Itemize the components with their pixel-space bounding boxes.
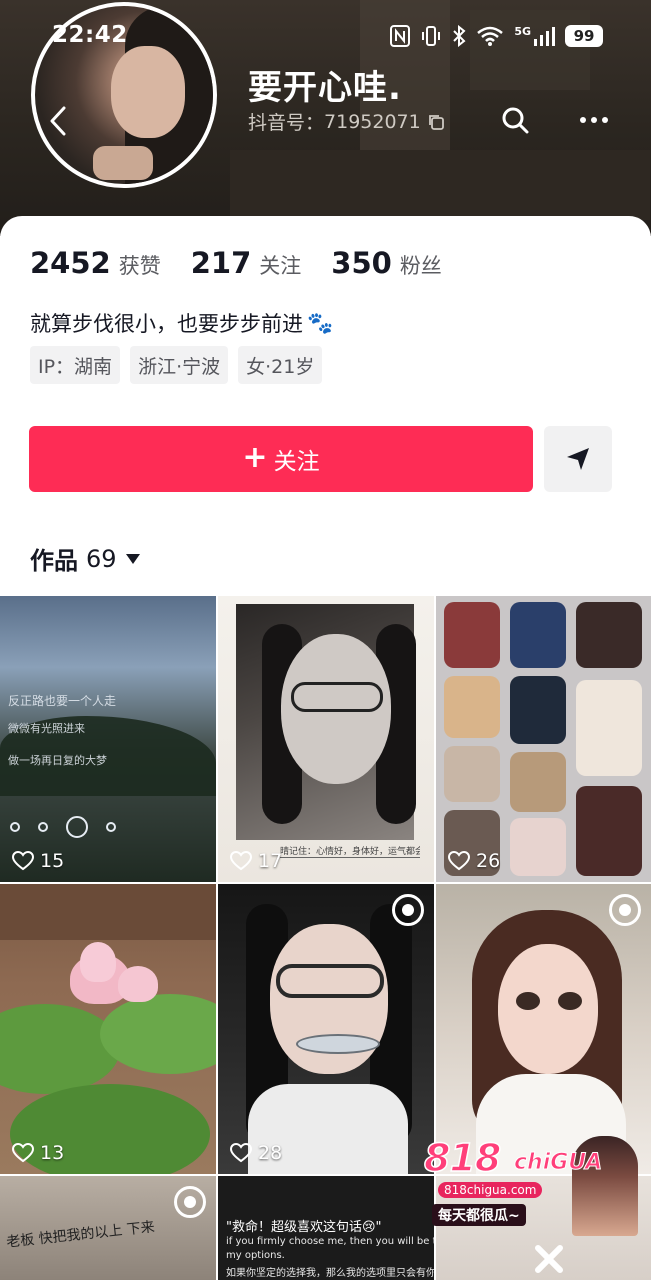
battery-indicator: 99 [565,25,603,47]
send-message-button[interactable] [544,426,612,492]
signal-icon [534,27,555,46]
glasses [291,682,383,712]
search-icon [502,107,529,134]
handwritten-note: 老板 快把我的以上 下来 [5,1219,156,1251]
close-icon[interactable] [532,1242,566,1276]
live-badge-icon [392,894,424,926]
likes-count: 28 [258,1142,283,1164]
profile-tags: IP：湖南 浙江·宁波 女·21岁 [30,346,323,384]
works-label: 作品 [30,547,78,575]
more-dot [580,117,586,123]
stat-followers[interactable]: 350 粉丝 [331,246,442,280]
heart-icon [12,851,34,871]
heart-icon [448,851,470,871]
post-likes: 13 [12,1142,64,1164]
more-dot [591,117,597,123]
plus-icon: + [242,439,268,475]
bluetooth-icon [453,25,466,47]
post-tile-7[interactable]: 老板 快把我的以上 下来 [0,1176,216,1280]
live-badge-icon [174,1186,206,1218]
player-controls [10,816,116,838]
watermark-url: 818chigua.com [438,1182,543,1198]
post-likes: 15 [12,850,64,872]
post-likes: 26 [448,850,500,872]
following-count: 217 [190,246,252,280]
post-quote-line: 如果你坚定的选择我，那么我的选项里只会有你。 [226,1268,434,1279]
post-tile-3[interactable]: 26 [436,596,651,882]
post-quote: "救命！超级喜欢这句话😢" [226,1220,382,1235]
heart-icon [12,1143,34,1163]
live-badge-icon [609,894,641,926]
profile-card: 2452 获赞 217 关注 350 粉丝 就算步伐很小，也要步步前进 🐾 IP… [0,216,651,596]
send-icon [567,448,589,470]
watermark-brand: chiGUA [513,1150,603,1176]
close-icon [535,1245,563,1273]
post-likes: 17 [230,850,282,872]
copy-icon[interactable] [427,113,445,131]
nfc-icon [390,25,411,47]
profile-header: 22:42 5G 99 要开心哇. 抖音号： 71952071 [0,0,651,236]
post-tile-8[interactable]: "救命！超级喜欢这句话😢" if you firmly choose me, t… [218,1176,434,1280]
status-time: 22:42 [52,22,128,48]
chevron-left-icon [50,106,66,136]
douyin-id-value: 71952071 [324,110,421,133]
tag-city: 浙江·宁波 [130,346,229,384]
post-likes: 28 [230,1142,282,1164]
fish-sticker [296,1034,380,1054]
tag-gender-age: 女·21岁 [238,346,323,384]
back-button[interactable] [44,104,72,138]
heart-icon [230,851,252,871]
post-tile-6[interactable] [436,884,651,1174]
glasses [276,964,384,998]
followers-count: 350 [331,246,392,280]
likes-count: 17 [258,850,283,872]
profile-stats: 2452 获赞 217 关注 350 粉丝 [30,246,472,280]
network-type: 5G [514,24,531,38]
stat-following[interactable]: 217 关注 [191,246,302,280]
heart-icon [230,1143,252,1163]
caret-down-icon [125,553,140,564]
profile-nickname: 要开心哇. [248,68,402,108]
post-tile-2[interactable]: 晴记住：心情好，身体好，运气都会好 17 [218,596,434,882]
wifi-icon [477,26,504,46]
vibrate-icon [422,26,441,46]
likes-count: 26 [476,850,501,872]
followers-label: 粉丝 [399,254,442,278]
works-count: 69 [86,544,117,573]
watermark-logo: 818 [423,1135,502,1181]
post-quote-line: if you firmly choose me, then you will b… [226,1236,434,1247]
post-tile-4[interactable]: 13 [0,884,216,1174]
tab-works[interactable]: 作品 69 [30,541,141,576]
status-icons: 5G 99 [390,22,603,50]
lyric-line: 反正路也要一个人走 [8,694,117,708]
likes-count: 2452 [30,246,111,280]
follow-button[interactable]: + 关注 [29,426,533,492]
post-tile-5[interactable]: 28 [218,884,434,1174]
post-tile-1[interactable]: 反正路也要一个人走 微微有光照进来 做一场再日复的大梦 15 [0,596,216,882]
watermark-slogan: 每天都很瓜~ [432,1204,526,1226]
lyric-line: 微微有光照进来 [8,722,85,735]
post-quote-line: my options. [226,1250,285,1261]
profile-bio: 就算步伐很小，也要步步前进 🐾 [30,308,333,338]
search-button[interactable] [497,102,533,138]
more-dot [602,117,608,123]
play-icon [66,816,88,838]
bio-text: 就算步伐很小，也要步步前进 [30,312,303,336]
likes-label: 获赞 [118,254,161,278]
likes-count: 15 [40,850,65,872]
lyric-line: 做一场再日复的大梦 [8,754,107,767]
more-button[interactable] [574,102,614,138]
handwritten-caption: 晴记住：心情好，身体好，运气都会好 [280,844,420,858]
paw-emoji: 🐾 [307,310,334,335]
douyin-id: 抖音号： 71952071 [248,108,445,135]
likes-count: 13 [40,1142,65,1164]
douyin-id-label: 抖音号： [248,112,325,134]
stat-likes: 2452 获赞 [30,246,161,280]
tag-ip-location: IP：湖南 [30,346,121,384]
following-label: 关注 [259,254,302,278]
site-watermark: 818 chiGUA 818chigua.com 每天都很瓜~ [423,1134,640,1238]
follow-button-label: 关注 [273,449,320,475]
